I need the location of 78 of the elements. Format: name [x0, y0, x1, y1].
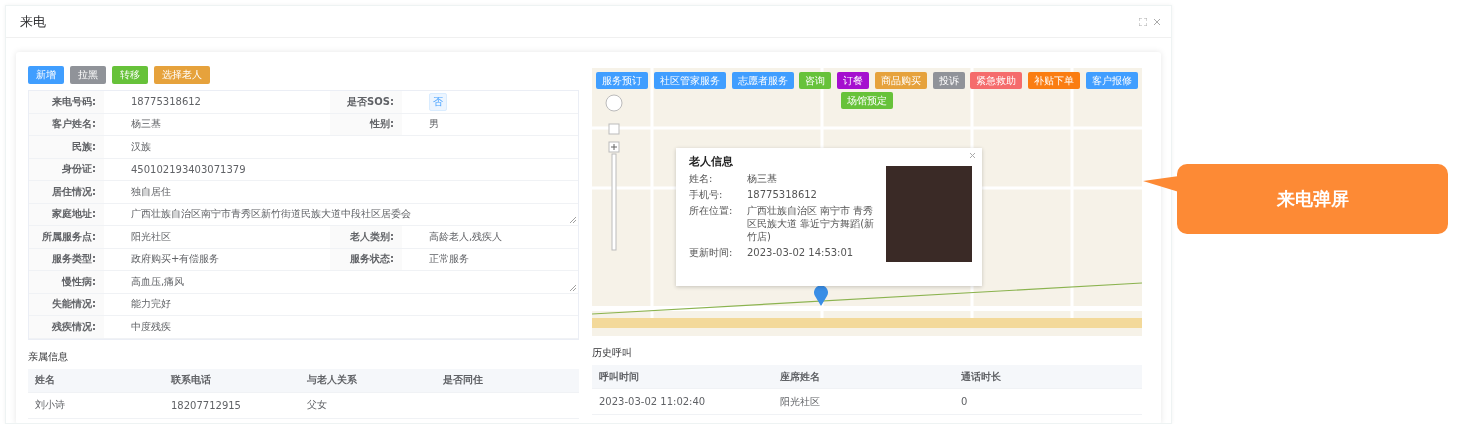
- popup-label: 所在位置:: [689, 204, 734, 217]
- field-value: 独自居住: [131, 184, 171, 199]
- toolbar-button[interactable]: 新增: [28, 66, 64, 84]
- field-label: 失能情况:: [29, 293, 104, 315]
- field-value: 汉族: [131, 139, 151, 154]
- field-label: 来电号码:: [29, 91, 104, 113]
- toolbar-button[interactable]: 选择老人: [154, 66, 210, 84]
- table-cell-text: 父女: [307, 398, 328, 412]
- service-button[interactable]: 咨询: [799, 72, 832, 89]
- section-title: 历史呼叫: [592, 346, 633, 360]
- service-button[interactable]: 订餐: [837, 72, 870, 89]
- close-icon[interactable]: [969, 152, 976, 159]
- service-button[interactable]: 志愿者服务: [731, 72, 794, 89]
- column-header: 座席姓名: [780, 369, 821, 384]
- popup-value: 杨三基: [747, 172, 778, 185]
- column-header: 呼叫时间: [599, 369, 640, 384]
- table-cell-text: 2023-03-02 11:02:40: [599, 396, 707, 407]
- service-button[interactable]: 投诉: [932, 72, 965, 89]
- field-label: 慢性病:: [29, 271, 104, 293]
- toolbar-button[interactable]: 拉黑: [70, 66, 106, 84]
- table-cell-text: 0: [961, 396, 969, 407]
- window-title: 来电: [20, 12, 46, 31]
- popup-title: 老人信息: [689, 154, 734, 169]
- status-tag: 否: [429, 92, 447, 111]
- callout-text: 来电弹屏: [1276, 187, 1349, 211]
- popup-value: 2023-03-02 14:53:01: [747, 246, 855, 259]
- service-button[interactable]: 商品购买: [874, 72, 927, 89]
- table-cell-text: 刘小诗: [35, 398, 66, 412]
- service-button[interactable]: 社区管家服务: [653, 72, 726, 89]
- location-pin-icon: [814, 286, 828, 306]
- resize-handle-icon[interactable]: [570, 284, 576, 291]
- field-value: 政府购买+有偿服务: [131, 252, 220, 267]
- column-header: 与老人关系: [307, 373, 358, 387]
- popup-value: 18775318612: [747, 188, 818, 201]
- service-button[interactable]: 客户报修: [1085, 72, 1138, 89]
- popup-label: 姓名:: [689, 172, 714, 185]
- field-label: 服务状态:: [330, 248, 402, 270]
- field-label: 老人类别:: [330, 226, 402, 248]
- field-label: 民族:: [29, 136, 104, 158]
- service-button[interactable]: 紧急救助: [970, 72, 1023, 89]
- field-label: 残疾情况:: [29, 316, 104, 338]
- field-value: 能力完好: [131, 297, 171, 312]
- field-value: 450102193403071379: [131, 163, 246, 175]
- field-value: 阳光社区: [131, 229, 171, 244]
- maximize-icon[interactable]: [1139, 17, 1147, 26]
- column-header: 联系电话: [171, 373, 212, 387]
- service-button[interactable]: 补贴下单: [1028, 72, 1081, 89]
- field-value: 高龄老人,残疾人: [429, 229, 503, 244]
- field-value: 正常服务: [429, 252, 469, 267]
- field-value: 中度残疾: [131, 319, 171, 334]
- column-header: 通话时长: [961, 369, 1002, 384]
- popup-label: 手机号:: [689, 188, 724, 201]
- table-cell-text: 阳光社区: [780, 394, 821, 409]
- field-value: 高血压,痛风: [131, 274, 185, 289]
- toolbar-button[interactable]: 转移: [112, 66, 148, 84]
- service-button[interactable]: 场馆预定: [841, 92, 893, 109]
- table-cell-text: 18207712915: [171, 399, 242, 411]
- field-label: 身份证:: [29, 158, 104, 180]
- field-label: 所属服务点:: [29, 226, 104, 248]
- popup-value: 广西壮族自治区 南宁市 青秀区民族大道 靠近宁方舞蹈(新竹店): [747, 204, 876, 243]
- zoom-slider-icon[interactable]: [605, 94, 623, 254]
- field-label: 服务类型:: [29, 248, 104, 270]
- section-title: 亲属信息: [28, 349, 69, 364]
- field-label: 是否SOS:: [330, 91, 402, 113]
- field-value: 杨三基: [131, 117, 161, 132]
- field-label: 家庭地址:: [29, 203, 104, 225]
- column-header: 是否同住: [443, 373, 484, 387]
- resize-handle-icon[interactable]: [570, 217, 576, 223]
- close-icon[interactable]: [1153, 17, 1161, 26]
- field-value: 18775318612: [131, 96, 201, 108]
- service-button[interactable]: 服务预订: [596, 72, 648, 89]
- popup-label: 更新时间:: [689, 246, 734, 259]
- field-label: 客户姓名:: [29, 113, 104, 135]
- field-value: 广西壮族自治区南宁市青秀区新竹街道民族大道中段社区居委会: [131, 207, 411, 222]
- field-label: 性别:: [330, 113, 402, 135]
- field-value: 男: [429, 117, 439, 132]
- field-label: 居住情况:: [29, 181, 104, 203]
- column-header: 姓名: [35, 373, 56, 387]
